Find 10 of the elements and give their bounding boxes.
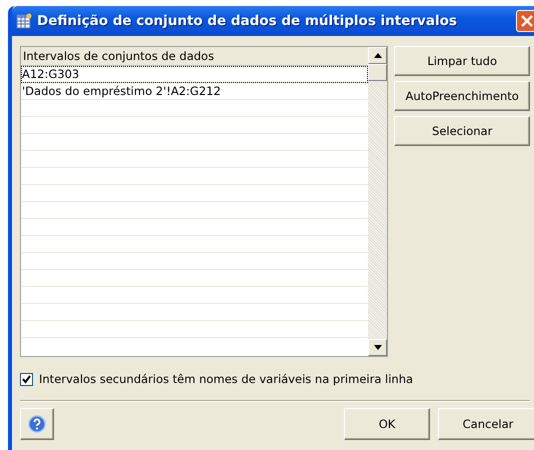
side-button[interactable]: AutoPreenchimento xyxy=(394,81,530,111)
window-title: Definição de conjunto de dados de múltiplos intervalos xyxy=(37,13,457,29)
checkbox-label: Intervalos secundários têm nomes de variáveis na primeira linha xyxy=(39,372,414,386)
column-header: Intervalos de conjuntos de dados xyxy=(21,47,368,66)
side-button[interactable]: Selecionar xyxy=(394,116,530,146)
list-row[interactable]: A12:G303 xyxy=(21,66,368,83)
dialog-button[interactable]: OK xyxy=(344,408,430,440)
side-button[interactable]: Limpar tudo xyxy=(394,46,530,76)
list-row[interactable]: 'Dados do empréstimo 2'!A2:G212 xyxy=(21,83,368,100)
dialog-button[interactable]: Cancelar xyxy=(438,408,534,440)
